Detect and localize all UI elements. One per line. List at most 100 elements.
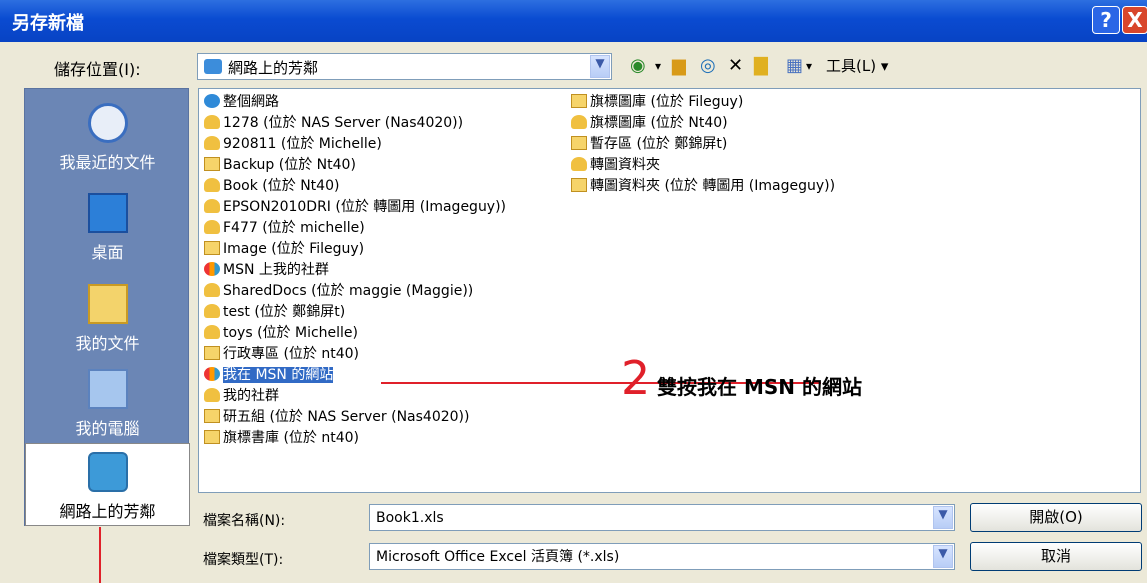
list-item[interactable]: MSN 上我的社群 <box>204 261 329 279</box>
place-label: 我最近的文件 <box>59 153 156 172</box>
msn-icon <box>204 262 220 276</box>
list-item[interactable]: 旗標書庫 (位於 nt40) <box>204 429 359 447</box>
filetype-dropdown[interactable]: Microsoft Office Excel 活頁簿 (*.xls) ▼ <box>369 543 955 570</box>
annotation-number: 2 <box>621 351 651 405</box>
folder-icon <box>204 430 220 444</box>
help-button[interactable]: ? <box>1092 6 1120 34</box>
filetype-label: 檔案類型(T): <box>203 552 284 568</box>
list-item-label: 行政專區 (位於 nt40) <box>223 346 360 362</box>
list-item[interactable]: test (位於 鄭錦屏t) <box>204 303 345 321</box>
place-desktop[interactable]: 桌面 <box>25 193 190 263</box>
list-item[interactable]: Book (位於 Nt40) <box>204 177 339 195</box>
tools-menu-label: 工具(L) <box>826 57 877 75</box>
list-item-label: Image (位於 Fileguy) <box>223 241 365 257</box>
chevron-down-icon[interactable]: ▼ <box>933 506 953 529</box>
dialog-title: 另存新檔 <box>12 13 84 34</box>
share-icon <box>204 325 220 339</box>
network-places-icon <box>87 452 128 492</box>
views-icon[interactable]: ▦ <box>786 53 803 79</box>
save-in-value: 網路上的芳鄰 <box>228 59 319 77</box>
list-item-label: 我在 MSN 的網站 <box>223 367 334 383</box>
places-bar: 我最近的文件 桌面 我的文件 我的電腦 網路上的芳鄰 <box>24 88 190 526</box>
views-dropdown-icon[interactable]: ▾ <box>806 53 812 79</box>
place-label: 我的文件 <box>75 334 140 353</box>
list-item[interactable]: 轉圖資料夾 (位於 轉圖用 (Imageguy)) <box>571 177 835 195</box>
folder-icon <box>204 157 220 171</box>
filename-value: Book1.xls <box>376 510 444 526</box>
list-item[interactable]: 旗標圖庫 (位於 Fileguy) <box>571 93 743 111</box>
list-item[interactable]: 920811 (位於 Michelle) <box>204 135 382 153</box>
list-item-label: EPSON2010DRI (位於 轉圖用 (Imageguy)) <box>223 199 507 215</box>
chevron-down-icon[interactable]: ▼ <box>933 545 953 568</box>
list-item[interactable]: EPSON2010DRI (位於 轉圖用 (Imageguy)) <box>204 198 506 216</box>
list-item[interactable]: 整個網路 <box>204 93 279 111</box>
up-folder-icon[interactable]: ▆ <box>672 53 686 79</box>
list-item[interactable]: 1278 (位於 NAS Server (Nas4020)) <box>204 114 463 132</box>
close-button[interactable]: X <box>1122 6 1147 34</box>
list-item-label: MSN 上我的社群 <box>223 262 329 278</box>
file-list[interactable]: 整個網路 1278 (位於 NAS Server (Nas4020)) 9208… <box>198 88 1141 493</box>
back-dropdown-icon[interactable]: ▾ <box>655 53 661 79</box>
share-icon <box>204 304 220 318</box>
list-item[interactable]: Backup (位於 Nt40) <box>204 156 356 174</box>
tools-menu[interactable]: 工具(L) ▾ <box>826 53 888 79</box>
place-recent-documents[interactable]: 我最近的文件 <box>25 103 190 173</box>
list-item[interactable]: 我的社群 <box>204 387 279 405</box>
list-item-label: toys (位於 Michelle) <box>223 325 359 341</box>
delete-icon[interactable]: ✕ <box>728 53 743 79</box>
list-item[interactable]: 研五組 (位於 NAS Server (Nas4020)) <box>204 408 469 426</box>
list-item-label: test (位於 鄭錦屏t) <box>223 304 346 320</box>
network-places-small-icon <box>204 59 222 74</box>
share-icon <box>571 157 587 171</box>
search-web-icon[interactable]: ◎ <box>700 53 716 79</box>
desktop-icon <box>87 193 128 233</box>
list-item-label: Book (位於 Nt40) <box>223 178 340 194</box>
share-icon <box>204 220 220 234</box>
place-network-places[interactable]: 網路上的芳鄰 <box>25 443 190 526</box>
list-item-label: Backup (位於 Nt40) <box>223 157 356 173</box>
list-item-label: 旗標圖庫 (位於 Fileguy) <box>590 94 744 110</box>
share-icon <box>204 388 220 402</box>
share-icon <box>204 136 220 150</box>
save-as-dialog: 另存新檔 ? X 儲存位置(I): 網路上的芳鄰 ▼ ◉ ▾ ▆ ◎ ✕ ▇ ▦… <box>0 0 1147 583</box>
list-item[interactable]: 轉圖資料夾 <box>571 156 660 174</box>
list-item-selected[interactable]: 我在 MSN 的網站 <box>204 366 334 384</box>
place-label: 我的電腦 <box>75 419 140 438</box>
folder-icon <box>571 178 587 192</box>
list-item[interactable]: F477 (位於 michelle) <box>204 219 365 237</box>
recent-documents-icon <box>87 103 128 143</box>
list-item[interactable]: 暫存區 (位於 鄭錦屏t) <box>571 135 727 153</box>
chevron-down-icon[interactable]: ▼ <box>590 55 610 78</box>
list-item[interactable]: Image (位於 Fileguy) <box>204 240 364 258</box>
save-in-dropdown[interactable]: 網路上的芳鄰 ▼ <box>197 53 612 80</box>
share-icon <box>204 115 220 129</box>
list-item[interactable]: 旗標圖庫 (位於 Nt40) <box>571 114 728 132</box>
list-item-label: 1278 (位於 NAS Server (Nas4020)) <box>223 115 464 131</box>
new-folder-icon[interactable]: ▇ <box>754 53 768 79</box>
share-icon <box>204 199 220 213</box>
filetype-value: Microsoft Office Excel 活頁簿 (*.xls) <box>376 549 620 565</box>
list-item-label: 整個網路 <box>223 94 279 110</box>
back-icon[interactable]: ◉ <box>630 53 646 79</box>
list-item[interactable]: SharedDocs (位於 maggie (Maggie)) <box>204 282 473 300</box>
list-item-label: 我的社群 <box>223 388 279 404</box>
list-item-label: 轉圖資料夾 <box>590 157 660 173</box>
cancel-button[interactable]: 取消 <box>970 542 1142 571</box>
my-documents-icon <box>87 284 128 324</box>
list-item-label: 轉圖資料夾 (位於 轉圖用 (Imageguy)) <box>590 178 836 194</box>
list-item[interactable]: toys (位於 Michelle) <box>204 324 358 342</box>
title-bar: 另存新檔 ? X <box>0 0 1147 42</box>
place-my-computer[interactable]: 我的電腦 <box>25 369 190 439</box>
list-item[interactable]: 行政專區 (位於 nt40) <box>204 345 359 363</box>
annotation-text: 雙按我在 MSN 的網站 <box>657 375 862 399</box>
save-in-label: 儲存位置(I): <box>54 60 141 79</box>
list-item-label: F477 (位於 michelle) <box>223 220 365 236</box>
folder-icon <box>204 409 220 423</box>
filename-input[interactable]: Book1.xls ▼ <box>369 504 955 531</box>
open-button[interactable]: 開啟(O) <box>970 503 1142 532</box>
filename-label: 檔案名稱(N): <box>203 513 286 529</box>
place-my-documents[interactable]: 我的文件 <box>25 284 190 354</box>
share-icon <box>571 115 587 129</box>
share-icon <box>204 178 220 192</box>
share-icon <box>204 283 220 297</box>
